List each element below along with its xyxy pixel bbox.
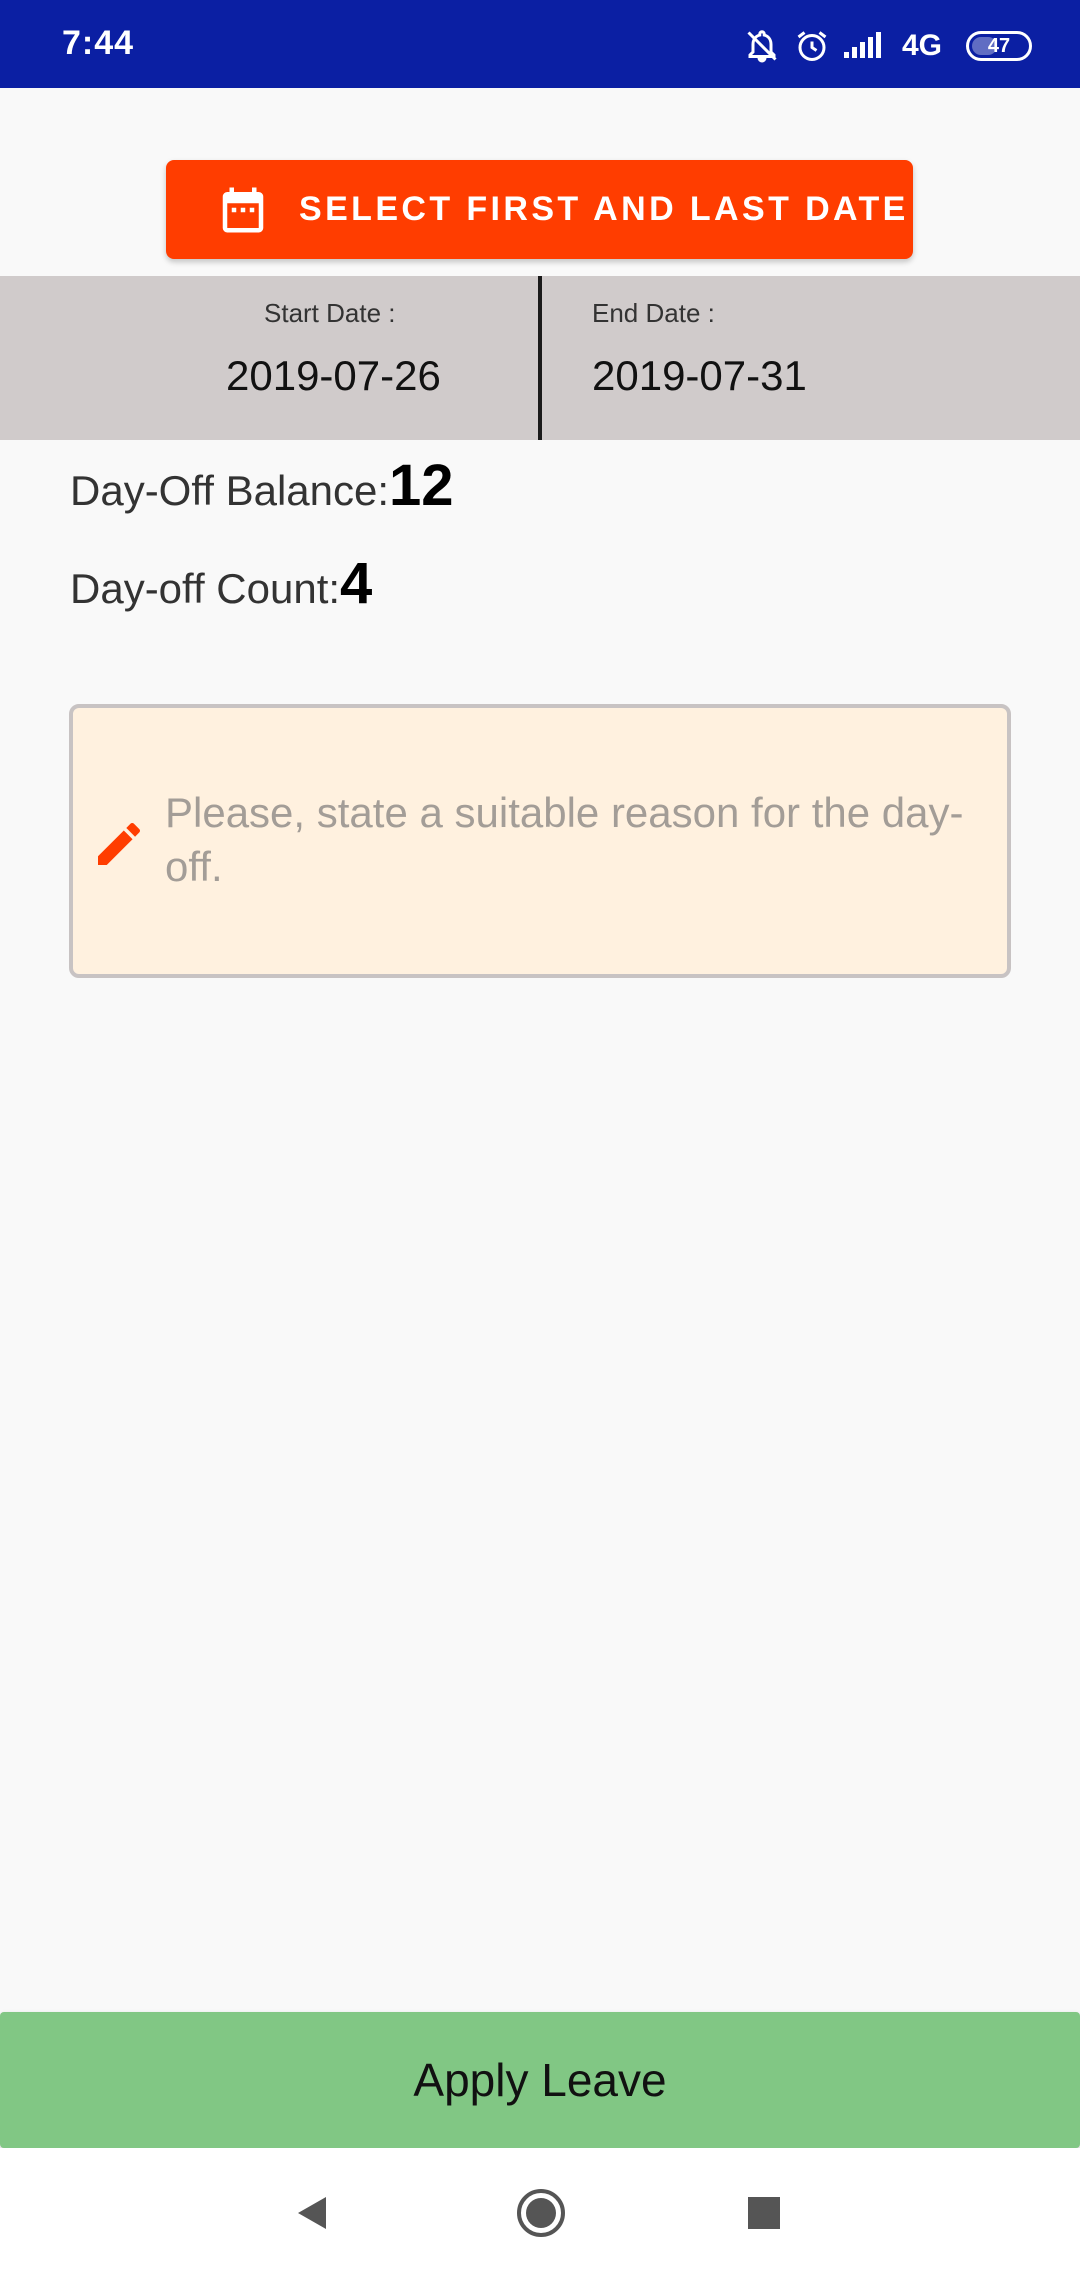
date-divider <box>538 276 542 440</box>
back-icon <box>298 2197 326 2229</box>
start-date-value: 2019-07-26 <box>226 352 441 399</box>
signal-icon <box>843 32 881 58</box>
status-time: 7:44 <box>62 24 135 62</box>
status-bar: 7:44 4G 47 <box>0 0 1080 88</box>
reason-input[interactable] <box>165 786 975 906</box>
home-button[interactable] <box>501 2178 581 2248</box>
day-off-balance-label: Day-Off Balance: <box>70 467 390 514</box>
day-off-count-label: Day-off Count: <box>70 565 341 612</box>
battery-icon: 47 <box>966 31 1032 61</box>
end-date-caption: End Date : <box>592 298 715 328</box>
calendar-icon <box>222 187 264 233</box>
day-off-count-value: 4 <box>340 551 373 616</box>
day-off-count: Day-off Count:4 <box>70 550 372 617</box>
network-type: 4G <box>901 29 942 62</box>
reason-field[interactable] <box>69 704 1011 978</box>
navigation-bar <box>0 2148 1080 2280</box>
recents-button[interactable] <box>724 2178 804 2248</box>
day-off-balance: Day-Off Balance:12 <box>70 452 454 519</box>
date-range-panel: Start Date : 2019-07-26 End Date : 2019-… <box>0 276 1080 440</box>
recents-icon <box>748 2197 780 2229</box>
alarm-icon <box>797 31 827 61</box>
apply-leave-button[interactable]: Apply Leave <box>0 2012 1080 2148</box>
bell-off-icon <box>747 30 777 63</box>
pencil-icon <box>98 822 141 865</box>
status-icons: 4G 47 <box>744 24 1032 68</box>
end-date-value: 2019-07-31 <box>592 352 807 399</box>
select-date-label: SELECT FIRST AND LAST DATE <box>299 190 909 228</box>
back-button[interactable] <box>272 2178 352 2248</box>
select-date-button[interactable]: SELECT FIRST AND LAST DATE <box>166 160 913 259</box>
home-icon <box>517 2189 565 2237</box>
battery-level: 47 <box>987 34 1011 57</box>
start-date-caption: Start Date : <box>264 298 396 328</box>
day-off-balance-value: 12 <box>389 453 454 518</box>
